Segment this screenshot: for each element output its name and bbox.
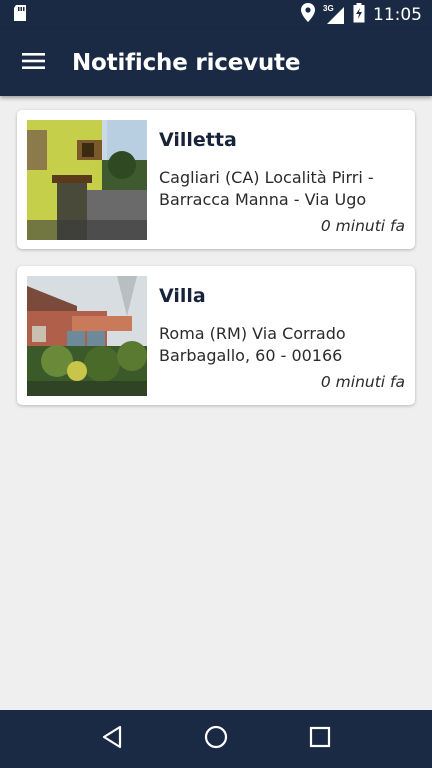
signal-icon: 3G	[323, 4, 345, 25]
notification-title: Villa	[159, 285, 206, 307]
notification-time: 0 minuti fa	[320, 217, 405, 235]
location-icon	[301, 3, 315, 27]
battery-charging-icon	[353, 2, 365, 28]
notification-card[interactable]: Villa Roma (RM) Via Corrado Barbagallo, …	[17, 266, 415, 405]
recents-button[interactable]	[290, 710, 350, 768]
notification-card[interactable]: Villetta Cagliari (CA) Località Pirri - …	[17, 110, 415, 249]
notification-title: Villetta	[159, 129, 237, 151]
network-type-label: 3G	[323, 4, 334, 13]
notification-time: 0 minuti fa	[320, 373, 405, 391]
status-time: 11:05	[373, 5, 422, 25]
home-button[interactable]	[186, 710, 246, 768]
notification-address: Cagliari (CA) Località Pirri - Barracca …	[159, 168, 374, 209]
recents-icon	[309, 726, 331, 753]
sd-card-icon	[12, 4, 28, 27]
page-title: Notifiche ricevute	[72, 50, 301, 76]
app-bar: Notifiche ricevute	[0, 30, 432, 96]
back-button[interactable]	[82, 710, 142, 768]
status-bar: 3G 11:05	[0, 0, 432, 30]
notification-address: Roma (RM) Via Corrado Barbagallo, 60 - 0…	[159, 324, 346, 365]
house-photo-villetta	[27, 120, 147, 240]
menu-button[interactable]	[0, 30, 68, 96]
back-icon	[101, 725, 123, 754]
home-icon	[204, 725, 228, 754]
system-nav-bar	[0, 710, 432, 768]
hamburger-menu-icon	[22, 52, 46, 75]
notification-list: Villetta Cagliari (CA) Località Pirri - …	[0, 96, 432, 710]
house-photo-villa	[27, 276, 147, 396]
